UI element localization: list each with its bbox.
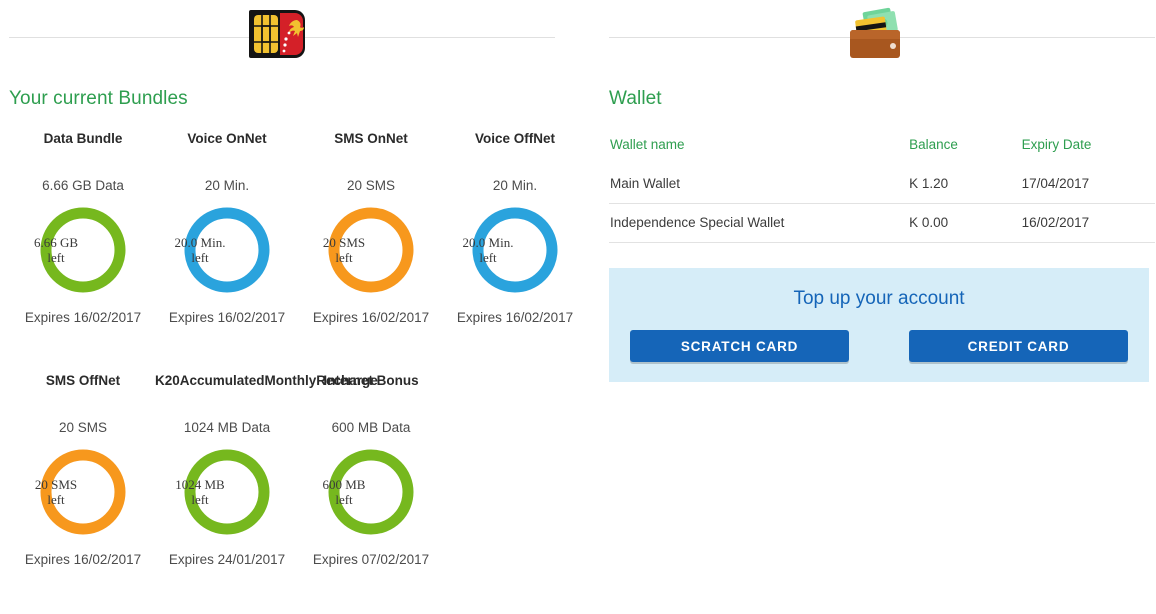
bundle-expiry: Expires 16/02/2017 [456,310,574,325]
donut-ring-icon [40,449,126,535]
donut-ring-icon [40,207,126,293]
bundle-donut: 1024 MB left [155,447,299,539]
table-header-row: Wallet name Balance Expiry Date [609,130,1155,165]
bundle-donut: 20.0 Min. left [443,205,587,297]
bundle-donut: 6.66 GB left [11,205,155,297]
wallet-title: Wallet [609,88,662,109]
bundle-row-2: SMS OffNet 20 SMS 20 SMS left Expires 16… [9,372,569,614]
bundle-title: K20AccumulatedMonthlyRecharge [155,373,378,388]
table-row[interactable]: Independence Special Wallet K 0.00 16/02… [609,203,1155,243]
bundle-card-sms-offnet[interactable]: SMS OffNet 20 SMS 20 SMS left Expires 16… [11,372,155,567]
bundle-amount: 1024 MB Data [183,420,271,435]
bundle-card-voice-onnet[interactable]: Voice OnNet 20 Min. 20.0 Min. left Expir… [155,130,299,325]
bundle-title: Data Bundle [43,131,123,146]
bundle-title: SMS OnNet [334,131,408,146]
page-header [0,0,1156,70]
scratch-card-button[interactable]: SCRATCH CARD [630,330,849,362]
bundle-expiry: Expires 16/02/2017 [24,310,142,325]
bundle-title: Voice OffNet [474,131,555,146]
column-header-expiry-date: Expiry Date [1021,137,1092,152]
bundle-expiry: Expires 16/02/2017 [24,552,142,567]
table-row[interactable]: Main Wallet K 1.20 17/04/2017 [609,165,1155,204]
bundle-donut: 20 SMS left [299,205,443,297]
column-header-wallet-name: Wallet name [610,137,685,152]
topup-panel: Top up your account SCRATCH CARD CREDIT … [609,268,1149,382]
wallet-name-cell: Main Wallet [609,165,909,204]
bundles-section: Your current Bundles Data Bundle 6.66 GB… [9,88,573,614]
wallet-balance-cell: K 1.20 [908,165,1021,204]
bundle-donut: 600 MB left [299,447,443,539]
bundle-expiry: Expires 16/02/2017 [168,310,286,325]
wallet-expiry-cell: 17/04/2017 [1020,165,1155,204]
bundle-card-voice-offnet[interactable]: Voice OffNet 20 Min. 20.0 Min. left Expi… [443,130,587,325]
bundle-card-data-bundle[interactable]: Data Bundle 6.66 GB Data 6.66 GB left Ex… [11,130,155,325]
bundle-card-sms-onnet[interactable]: SMS OnNet 20 SMS 20 SMS left Expires 16/… [299,130,443,325]
topup-title: Top up your account [793,288,965,309]
bundle-card-internet-bonus[interactable]: Internet Bonus 600 MB Data 600 MB left E… [299,372,443,567]
bundle-row-1: Data Bundle 6.66 GB Data 6.66 GB left Ex… [9,130,573,372]
bundle-expiry: Expires 07/02/2017 [312,552,430,567]
bundle-amount: 20 SMS [346,178,396,193]
bundle-title: SMS OffNet [45,373,121,388]
wallet-section: Wallet Wallet name Balance Expiry Date M… [609,88,1155,382]
bundle-expiry: Expires 24/01/2017 [168,552,286,567]
bundle-amount: 20 SMS [58,420,108,435]
bundle-amount: 6.66 GB Data [42,178,124,193]
bundle-donut: 20 SMS left [11,447,155,539]
donut-ring-icon [328,449,414,535]
wallet-balance-cell: K 0.00 [908,203,1021,243]
column-header-balance: Balance [909,137,958,152]
donut-ring-icon [472,207,558,293]
bundle-expiry: Expires 16/02/2017 [312,310,430,325]
bundle-title: Internet Bonus [323,373,419,388]
credit-card-button[interactable]: CREDIT CARD [909,330,1128,362]
wallet-expiry-cell: 16/02/2017 [1020,203,1155,243]
bundle-title: Voice OnNet [187,131,267,146]
wallet-name-cell: Independence Special Wallet [609,203,909,243]
bundle-amount: 20 Min. [204,178,250,193]
bundle-amount: 20 Min. [492,178,538,193]
donut-ring-icon [184,207,270,293]
page-title: Your current Bundles [9,88,188,109]
wallet-table: Wallet name Balance Expiry Date Main Wal… [609,130,1155,243]
donut-ring-icon [328,207,414,293]
donut-ring-icon [184,449,270,535]
bundle-donut: 20.0 Min. left [155,205,299,297]
bundle-card-k20-accumulated-monthly-recharge[interactable]: K20AccumulatedMonthlyRecharge 1024 MB Da… [155,372,378,567]
bundle-amount: 600 MB Data [331,420,411,435]
sim-card-flag-icon [249,6,309,67]
wallet-money-icon [848,6,906,67]
